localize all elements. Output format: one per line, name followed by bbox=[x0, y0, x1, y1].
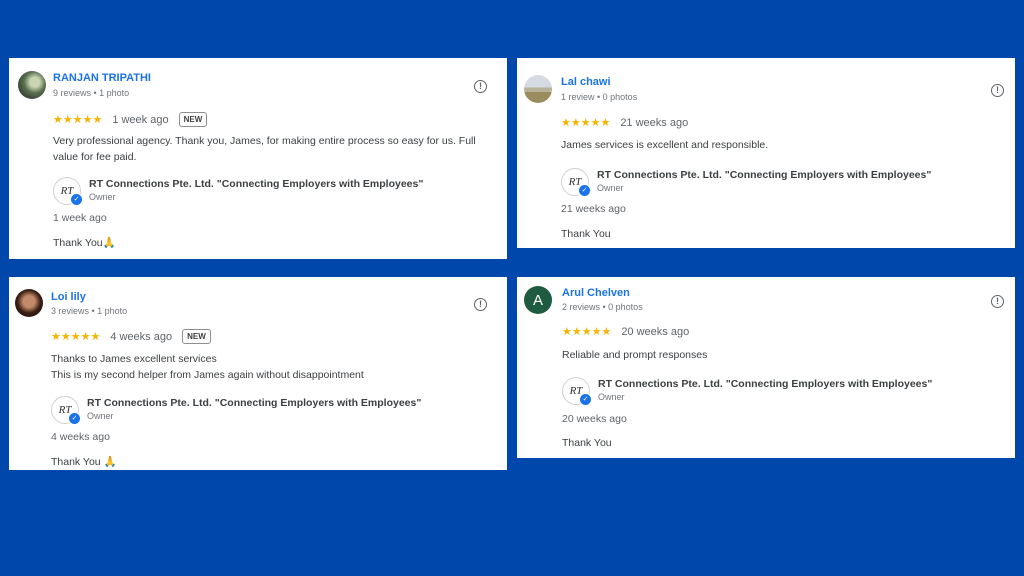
reviewer-name[interactable]: Lal chawi bbox=[561, 76, 611, 88]
review-time: 21 weeks ago bbox=[620, 116, 689, 129]
owner-role: Owner bbox=[89, 192, 116, 202]
review-card: Loi lily 3 reviews • 1 photo ! ★★★★★ 4 w… bbox=[9, 277, 507, 470]
verified-icon: ✓ bbox=[70, 193, 83, 206]
star-rating: ★★★★★ bbox=[562, 326, 612, 338]
reply-time: 4 weeks ago bbox=[51, 431, 110, 443]
business-name: RT Connections Pte. Ltd. "Connecting Emp… bbox=[598, 378, 933, 390]
rating-row: ★★★★★ 20 weeks ago bbox=[562, 325, 690, 339]
review-text-line: This is my second helper from James agai… bbox=[51, 368, 364, 381]
star-rating: ★★★★★ bbox=[51, 331, 101, 343]
reviewer-meta: 2 reviews • 0 photos bbox=[562, 302, 643, 312]
flag-icon[interactable]: ! bbox=[474, 298, 487, 311]
reviewer-meta: 1 review • 0 photos bbox=[561, 92, 638, 102]
reviewer-avatar[interactable] bbox=[15, 289, 43, 317]
reply-time: 20 weeks ago bbox=[562, 413, 627, 425]
new-badge: NEW bbox=[178, 112, 208, 127]
reviewer-meta: 3 reviews • 1 photo bbox=[51, 306, 128, 316]
flag-icon[interactable]: ! bbox=[474, 80, 487, 93]
owner-role: Owner bbox=[597, 183, 624, 193]
review-text-line: James services is excellent and responsi… bbox=[561, 139, 769, 151]
review-card: RANJAN TRIPATHI 9 reviews • 1 photo ! ★★… bbox=[9, 58, 507, 259]
reviewer-meta: 9 reviews • 1 photo bbox=[53, 88, 130, 98]
new-badge: NEW bbox=[182, 329, 211, 344]
reply-text: Thank You 🙏 bbox=[51, 456, 117, 468]
reviewer-avatar[interactable]: A bbox=[524, 286, 552, 314]
reviewer-avatar[interactable] bbox=[18, 71, 46, 99]
verified-icon: ✓ bbox=[579, 393, 592, 406]
review-text-line: value for fee paid. bbox=[53, 150, 137, 163]
business-name: RT Connections Pte. Ltd. "Connecting Emp… bbox=[89, 178, 424, 190]
rating-row: ★★★★★ 21 weeks ago bbox=[561, 116, 689, 130]
reviewer-avatar[interactable] bbox=[524, 75, 552, 103]
business-name: RT Connections Pte. Ltd. "Connecting Emp… bbox=[87, 397, 422, 409]
reviewer-name[interactable]: Loi lily bbox=[51, 291, 86, 303]
reply-text: Thank You bbox=[562, 437, 612, 449]
rating-row: ★★★★★ 1 week ago NEW bbox=[53, 112, 208, 127]
owner-role: Owner bbox=[87, 411, 114, 421]
review-text-line: Very professional agency. Thank you, Jam… bbox=[53, 135, 476, 147]
reply-time: 21 weeks ago bbox=[561, 203, 626, 215]
review-time: 20 weeks ago bbox=[621, 325, 690, 338]
business-name: RT Connections Pte. Ltd. "Connecting Emp… bbox=[597, 169, 932, 181]
star-rating: ★★★★★ bbox=[53, 114, 103, 126]
review-text: Very professional agency. Thank you, Jam… bbox=[53, 134, 498, 165]
reviewer-name[interactable]: Arul Chelven bbox=[562, 287, 630, 299]
review-text: Thanks to James excellent services This … bbox=[51, 352, 496, 383]
flag-icon[interactable]: ! bbox=[991, 84, 1004, 97]
reply-text: Thank You bbox=[561, 228, 611, 240]
verified-icon: ✓ bbox=[578, 184, 591, 197]
review-text: James services is excellent and responsi… bbox=[561, 138, 1006, 154]
review-card: Lal chawi 1 review • 0 photos ! ★★★★★ 21… bbox=[517, 58, 1015, 248]
reply-time: 1 week ago bbox=[53, 212, 107, 224]
rating-row: ★★★★★ 4 weeks ago NEW bbox=[51, 329, 211, 344]
review-text-line: Thanks to James excellent services bbox=[51, 353, 217, 365]
verified-icon: ✓ bbox=[68, 412, 81, 425]
review-time: 1 week ago bbox=[112, 113, 169, 126]
flag-icon[interactable]: ! bbox=[991, 295, 1004, 308]
review-card: A Arul Chelven 2 reviews • 0 photos ! ★★… bbox=[517, 277, 1015, 458]
star-rating: ★★★★★ bbox=[561, 117, 611, 129]
review-text: Reliable and prompt responses bbox=[562, 348, 1007, 364]
reply-text: Thank You🙏 bbox=[53, 237, 116, 249]
owner-role: Owner bbox=[598, 392, 625, 402]
review-text-line: Reliable and prompt responses bbox=[562, 349, 708, 361]
reviewer-name[interactable]: RANJAN TRIPATHI bbox=[53, 72, 151, 84]
review-time: 4 weeks ago bbox=[110, 330, 173, 343]
